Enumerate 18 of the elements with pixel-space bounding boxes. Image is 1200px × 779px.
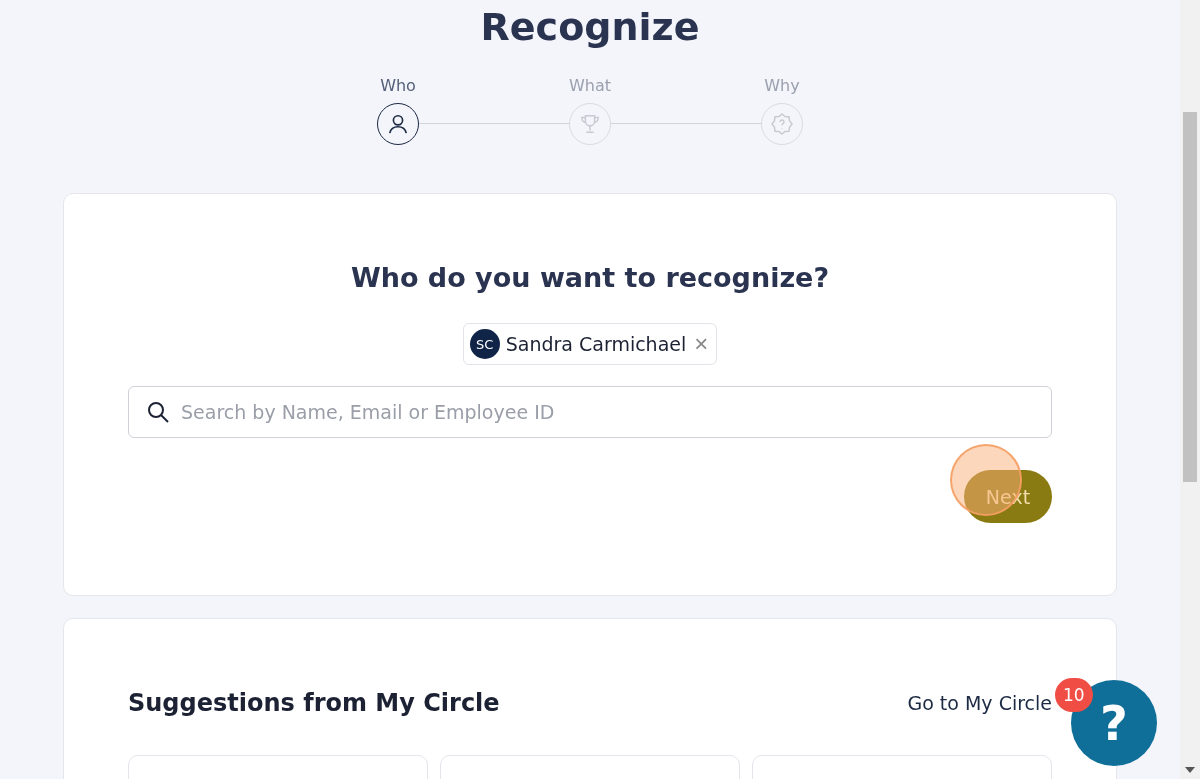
search-icon bbox=[146, 400, 170, 424]
scroll-down-icon[interactable] bbox=[1185, 767, 1195, 773]
remove-button[interactable]: × bbox=[692, 332, 711, 356]
scrollbar-thumb[interactable] bbox=[1183, 112, 1197, 482]
avatar: SC bbox=[469, 329, 500, 359]
search-field[interactable]: Search by Name, Email or Employee ID bbox=[128, 386, 1052, 438]
page-title: Recognize bbox=[480, 4, 700, 50]
person-icon bbox=[387, 113, 409, 135]
step-label: Who bbox=[380, 76, 416, 95]
section-heading: Suggestions from My Circle bbox=[128, 689, 500, 717]
trophy-icon bbox=[579, 113, 601, 135]
step-label: Why bbox=[764, 76, 800, 95]
scrollbar[interactable] bbox=[1180, 0, 1200, 779]
recipient-name: Sandra Carmichael bbox=[505, 333, 687, 355]
badge-question-icon bbox=[770, 112, 794, 136]
section-heading: Who do you want to recognize? bbox=[350, 262, 830, 293]
step-label: What bbox=[569, 76, 612, 95]
my-circle-link[interactable]: Go to My Circle bbox=[907, 692, 1052, 714]
